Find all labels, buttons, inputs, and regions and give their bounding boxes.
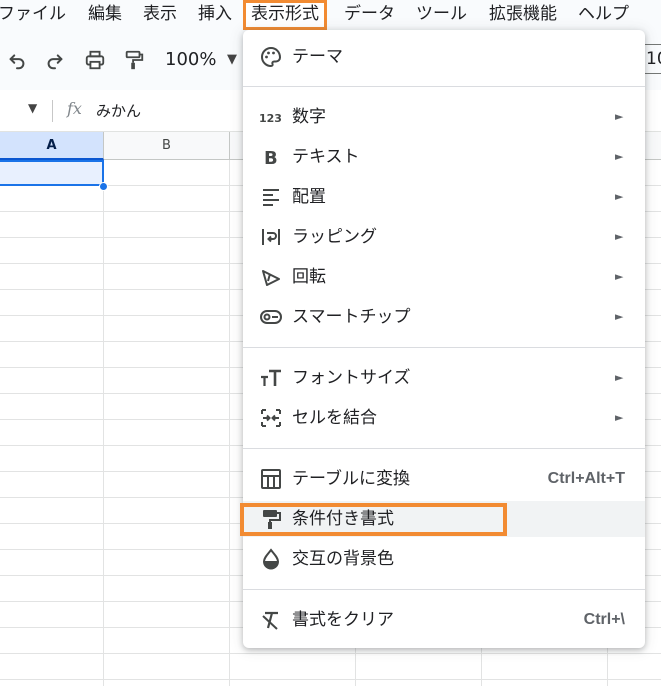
menu-insert[interactable]: 挿入 [198,0,232,30]
menu-item-label: 条件付き書式 [292,509,394,529]
undo-icon[interactable] [6,49,28,71]
chevron-right-icon: ► [615,371,624,384]
column-header-b[interactable]: B [104,132,230,160]
table-icon [259,467,283,491]
grid-line [229,160,230,686]
text-rotate-icon [259,265,283,289]
menu-divider [243,86,645,87]
menu-item-number[interactable]: 123 数字 ► [243,99,645,135]
menu-item-theme[interactable]: テーマ [243,39,645,75]
menubar: ファイル 編集 表示 挿入 表示形式 データ ツール 拡張機能 ヘルプ [0,0,661,30]
menu-divider [243,448,645,449]
merge-cells-icon [259,406,283,430]
chevron-right-icon: ► [615,411,624,424]
chevron-right-icon: ► [615,190,624,203]
menu-divider [243,589,645,590]
menu-item-label: 配置 [292,187,326,207]
redo-icon[interactable] [44,49,66,71]
align-left-icon [259,185,283,209]
selected-cell[interactable] [0,160,104,186]
text-wrap-icon [259,225,283,249]
menu-view[interactable]: 表示 [143,0,177,30]
zoom-select[interactable]: 100% [165,48,216,72]
menu-item-text[interactable]: B テキスト ► [243,139,645,175]
menu-item-rotation[interactable]: 回転 ► [243,259,645,295]
function-icon: fx [67,99,82,118]
chevron-right-icon: ► [615,230,624,243]
menu-format[interactable]: 表示形式 [243,0,327,30]
print-icon[interactable] [84,49,106,71]
menu-item-label: セルを結合 [292,408,377,428]
menu-item-wrapping[interactable]: ラッピング ► [243,219,645,255]
svg-text:B: B [264,148,278,169]
palette-icon [259,45,283,69]
menu-help[interactable]: ヘルプ [578,0,629,30]
menu-item-label: 回転 [292,267,326,287]
menu-file[interactable]: ファイル [0,0,66,30]
menu-edit[interactable]: 編集 [88,0,122,30]
menu-item-label: フォントサイズ [292,368,411,388]
fill-handle[interactable] [99,182,108,191]
menu-item-label: テーマ [292,47,343,67]
formula-input[interactable]: みかん [96,101,141,121]
column-header-a[interactable]: A [0,132,104,160]
smart-chip-icon [259,305,283,329]
bold-icon: B [259,145,283,169]
conditional-format-icon [259,507,283,531]
shortcut-hint: Ctrl+Alt+T [547,470,625,487]
menu-item-label: 数字 [292,107,326,127]
menu-data[interactable]: データ [344,0,395,30]
paint-format-icon[interactable] [123,49,145,71]
chevron-right-icon: ► [615,310,624,323]
grid-line [0,679,661,680]
menu-item-conditional-formatting[interactable]: 条件付き書式 [243,501,645,537]
menu-item-smart-chips[interactable]: スマートチップ ► [243,299,645,335]
chevron-right-icon: ► [615,110,624,123]
chevron-down-icon[interactable]: ▼ [227,48,237,72]
menu-item-label: ラッピング [292,227,377,247]
grid-line [103,160,104,686]
menu-item-label: テーブルに変換 [292,469,410,489]
divider [52,100,53,122]
format-menu: テーマ 123 数字 ► B テキスト ► 配置 ► ラッピング ► 回転 ► … [243,30,645,648]
grid-line [0,653,661,654]
menu-item-alternating-colors[interactable]: 交互の背景色 [243,541,645,577]
menu-item-convert-to-table[interactable]: テーブルに変換 Ctrl+Alt+T [243,461,645,497]
chevron-right-icon: ► [615,150,624,163]
number-123-icon: 123 [259,105,283,129]
menu-item-label: テキスト [292,147,360,167]
chevron-down-icon[interactable]: ▼ [28,101,37,115]
menu-extensions[interactable]: 拡張機能 [489,0,557,30]
menu-item-alignment[interactable]: 配置 ► [243,179,645,215]
svg-text:123: 123 [259,112,282,125]
menu-item-merge-cells[interactable]: セルを結合 ► [243,400,645,436]
clear-format-icon [259,608,283,632]
menu-item-label: 交互の背景色 [292,549,394,569]
chevron-right-icon: ► [615,270,624,283]
fill-drop-icon [259,547,283,571]
menu-item-clear-formatting[interactable]: 書式をクリア Ctrl+\ [243,602,645,638]
menu-item-font-size[interactable]: フォントサイズ ► [243,360,645,396]
shortcut-hint: Ctrl+\ [583,611,625,628]
menu-item-label: 書式をクリア [292,610,394,630]
menu-divider [243,347,645,348]
menu-tools[interactable]: ツール [416,0,467,30]
font-size-icon [259,366,283,390]
menu-item-label: スマートチップ [292,307,411,327]
